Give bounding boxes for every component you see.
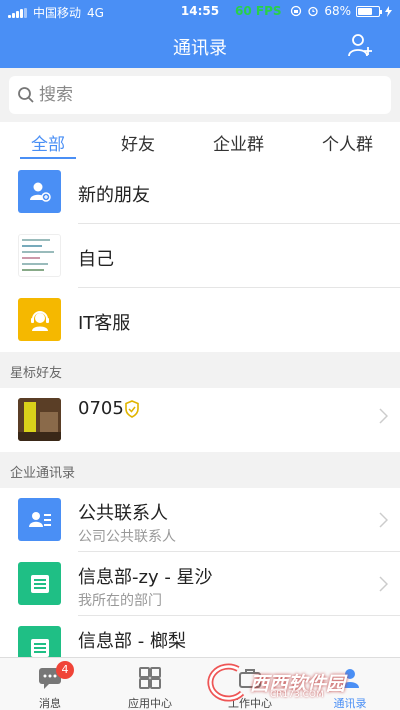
tab-friends[interactable]: 好友: [121, 130, 155, 155]
support-icon: [18, 298, 61, 341]
list-item-public-contacts[interactable]: 公共联系人 公司公共联系人: [0, 488, 400, 552]
status-right: 68%: [290, 4, 392, 18]
list-item-it-support[interactable]: IT客服: [0, 288, 400, 352]
page-title: 通讯录: [173, 38, 227, 59]
dept-langli-label: 信息部 - 榔梨: [78, 631, 186, 652]
charging-icon: [385, 5, 392, 17]
chevron-right-icon: [379, 576, 389, 596]
search-icon: [18, 87, 34, 103]
avatar: [18, 398, 61, 441]
self-thumbnail: [18, 234, 61, 277]
unread-badge: 4: [56, 661, 74, 679]
new-friends-label: 新的朋友: [78, 185, 150, 206]
search-input[interactable]: [39, 80, 379, 110]
verified-badge-icon: [125, 400, 139, 418]
self-label: 自己: [78, 249, 114, 270]
add-user-icon[interactable]: [348, 32, 374, 58]
section-title: 星标好友: [10, 366, 63, 381]
grid-icon: [139, 667, 161, 689]
chevron-right-icon: [379, 408, 389, 428]
tab-enterprise-groups[interactable]: 企业群: [213, 130, 264, 155]
tab-app-center-label: 应用中心: [128, 697, 172, 710]
watermark: 西西软件园 CR173.COM: [190, 663, 380, 703]
list-item-dept-langli[interactable]: 信息部 - 榔梨: [0, 616, 400, 657]
chevron-right-icon: [379, 512, 389, 532]
tab-all[interactable]: 全部: [31, 130, 65, 155]
list-item-contact-0705[interactable]: 0705: [0, 388, 400, 452]
tab-indicator: [20, 157, 76, 159]
tab-personal-groups[interactable]: 个人群: [322, 130, 373, 155]
dept-xingsha-label: 信息部-zy - 星沙: [78, 567, 213, 588]
section-title: 企业通讯录: [10, 466, 76, 481]
alarm-icon: [308, 6, 318, 17]
public-contacts-label: 公共联系人: [78, 503, 168, 524]
battery-percent: 68%: [324, 4, 351, 18]
public-contacts-sub: 公司公共联系人: [78, 529, 176, 545]
search-area: [0, 68, 400, 122]
rotation-lock-icon: [291, 5, 302, 17]
department-icon: [18, 626, 61, 657]
list-item-dept-xingsha[interactable]: 信息部-zy - 星沙 我所在的部门: [0, 552, 400, 616]
contact-card-icon: [18, 498, 61, 541]
battery-icon: [356, 5, 382, 17]
watermark-url: CR173.COM: [270, 690, 324, 700]
nav-bar: 通讯录: [0, 24, 400, 68]
tab-messages[interactable]: 4 消息: [0, 658, 100, 710]
section-header-enterprise: 企业通讯录: [0, 452, 400, 488]
list-item-new-friends[interactable]: 新的朋友: [0, 160, 400, 224]
it-support-label: IT客服: [78, 313, 131, 334]
search-box[interactable]: [9, 76, 391, 114]
watermark-logo-icon: [207, 663, 245, 702]
dept-xingsha-sub: 我所在的部门: [78, 593, 162, 609]
list-item-self[interactable]: 自己: [0, 224, 400, 288]
filter-tabs: 全部 好友 企业群 个人群: [0, 122, 400, 160]
status-bar: 中国移动 4G 14:55 60 FPS 68%: [0, 0, 400, 24]
section-header-starred: 星标好友: [0, 352, 400, 388]
new-friend-icon: [18, 170, 61, 213]
fps-indicator: 60 FPS: [235, 4, 282, 18]
department-icon: [18, 562, 61, 605]
contact-name: 0705: [78, 398, 124, 419]
tab-messages-label: 消息: [39, 697, 61, 710]
tab-app-center[interactable]: 应用中心: [100, 658, 200, 710]
